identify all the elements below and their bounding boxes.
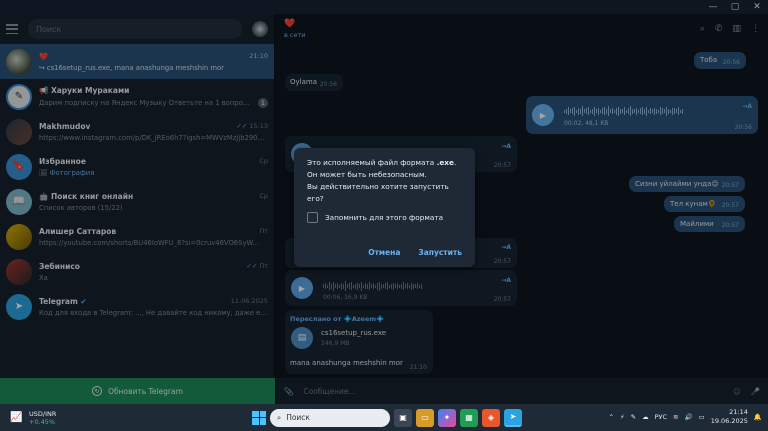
windows-taskbar: 📈 USD/INR +0.45% ⌕ Поиск ▣ ▭ ✦ ▦ ◈ ➤ ⌃ ⚡…: [0, 404, 768, 431]
copilot-icon[interactable]: ✦: [438, 408, 456, 427]
telegram-taskbar-icon[interactable]: ➤: [504, 408, 522, 427]
window-controls: — ▢ ✕: [0, 0, 768, 14]
maximize-icon[interactable]: ▢: [724, 0, 746, 14]
checkbox-label: Запомнить для этого формата: [325, 213, 444, 222]
stock-widget[interactable]: 📈 USD/INR +0.45%: [0, 410, 260, 426]
run-button[interactable]: Запустить: [418, 248, 462, 257]
stock-name: USD/INR: [29, 409, 57, 418]
clock[interactable]: 21:14 19.06.2025: [711, 408, 748, 426]
dialog-line3: Вы действительно хотите запустить его?: [307, 182, 449, 203]
chevron-up-icon[interactable]: ⌃: [609, 413, 614, 421]
dialog-line1-end: .: [453, 158, 457, 167]
close-icon[interactable]: ✕: [746, 0, 768, 14]
dialog-line1: Это исполняемый файл формата: [307, 158, 437, 167]
brave-icon[interactable]: ◈: [482, 408, 500, 427]
stock-change: +0.45%: [29, 417, 56, 426]
minimize-icon[interactable]: —: [702, 0, 724, 14]
task-view-icon[interactable]: ▣: [394, 408, 412, 427]
clock-time: 21:14: [729, 408, 748, 416]
clock-date: 19.06.2025: [710, 417, 748, 425]
wifi-off-icon[interactable]: ⚡: [620, 413, 625, 421]
system-tray: ⌃ ⚡ ✎ ☁ РУС ≋ 🔊 ▭ 21:14 19.06.2025 🔔: [609, 408, 762, 426]
battery-icon[interactable]: ▭: [699, 413, 705, 421]
taskbar-search-label: Поиск: [286, 413, 310, 422]
language-indicator[interactable]: РУС: [655, 413, 667, 421]
search-icon: ⌕: [277, 412, 282, 422]
remember-format-checkbox[interactable]: Запомнить для этого формата: [307, 212, 462, 223]
file-explorer-icon[interactable]: ▭: [416, 408, 434, 427]
cloud-icon[interactable]: ☁: [642, 413, 649, 421]
pen-icon[interactable]: ✎: [631, 413, 636, 421]
notification-icon[interactable]: 🔔: [754, 413, 762, 421]
start-icon[interactable]: [252, 410, 266, 425]
volume-icon[interactable]: 🔊: [684, 413, 692, 421]
chart-icon: 📈: [10, 411, 23, 423]
wifi-icon[interactable]: ≋: [673, 413, 678, 421]
exe-warning-dialog: Это исполняемый файл формата .exe. Он мо…: [294, 148, 475, 267]
checkbox-icon[interactable]: [307, 212, 318, 223]
store-icon[interactable]: ▦: [460, 408, 478, 427]
cancel-button[interactable]: Отмена: [368, 248, 400, 257]
taskbar-search[interactable]: ⌕ Поиск: [270, 408, 390, 427]
dialog-message: Это исполняемый файл формата .exe. Он мо…: [307, 157, 462, 205]
dialog-ext: .exe: [436, 158, 454, 167]
dialog-line2: Он может быть небезопасным.: [307, 170, 427, 179]
